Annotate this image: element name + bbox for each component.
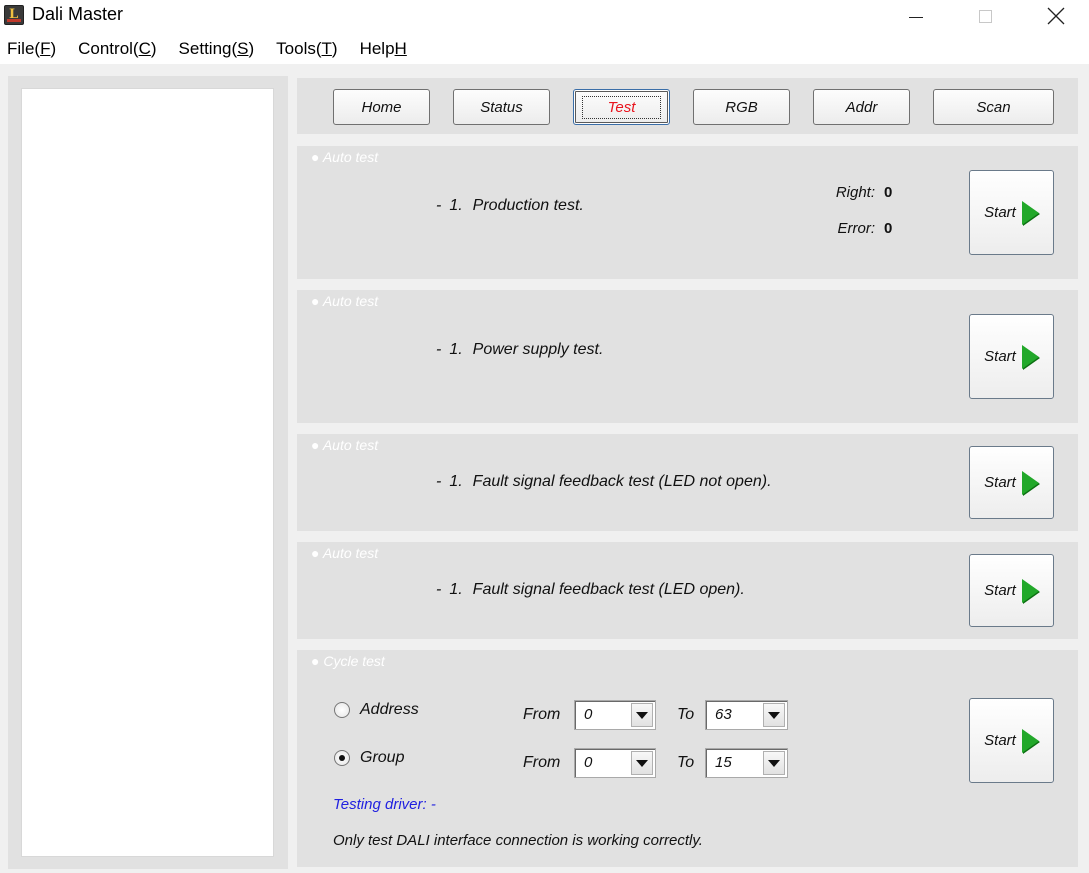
title-bar: L Dali Master [0,0,1089,32]
group-radio-label: Group [360,749,405,766]
play-icon [1021,200,1039,225]
section-title: ● Cycle test [311,653,385,669]
fault-not-open-start-button[interactable]: Start [969,446,1054,519]
test-description: -1. Fault signal feedback test (LED not o… [436,473,772,490]
section-title: ● Auto test [311,149,379,165]
cycle-test-note: Only test DALI interface connection is w… [333,832,703,849]
error-count-value: 0 [884,220,893,237]
section-title: ● Auto test [311,293,379,309]
play-icon [1021,728,1039,753]
section-title: ● Auto test [311,437,379,453]
menu-help[interactable]: HelpH [360,39,407,59]
tab-home[interactable]: Home [333,89,430,125]
address-to-label: To [677,706,695,723]
menu-tools[interactable]: Tools(T) [276,39,337,59]
fault-open-test-section: ● Auto test -1. Fault signal feedback tes… [297,542,1078,639]
group-to-label: To [677,754,695,771]
power-supply-test-section: ● Auto test -1. Power supply test. Start [297,290,1078,423]
menu-control[interactable]: Control(C) [78,39,156,59]
maximize-icon [978,9,992,23]
menu-bar: File(F) Control(C) Setting(S) Tools(T) H… [0,34,1089,64]
group-radio[interactable] [334,750,350,766]
play-icon [1021,470,1039,495]
production-start-button[interactable]: Start [969,170,1054,255]
right-count-label: Right: [835,184,875,201]
chevron-down-icon [768,711,780,719]
right-count-value: 0 [884,184,893,201]
address-to-select[interactable]: 63 [705,700,788,730]
group-to-select[interactable]: 15 [705,748,788,778]
production-test-section: ● Auto test -1. Production test. Right: 0… [297,146,1078,279]
window-title: Dali Master [32,4,124,24]
dropdown-button[interactable] [763,703,785,727]
fault-open-start-button[interactable]: Start [969,554,1054,627]
tab-addr[interactable]: Addr [813,89,910,125]
address-radio-label: Address [360,701,419,718]
test-description: -1. Fault signal feedback test (LED open)… [436,581,745,598]
close-icon [1047,7,1065,25]
maximize-button[interactable] [962,0,1008,32]
minimize-icon [909,16,923,18]
menu-file[interactable]: File(F) [7,39,56,59]
device-list-panel[interactable] [21,88,274,857]
chevron-down-icon [636,759,648,767]
play-icon [1021,578,1039,603]
dropdown-button[interactable] [631,703,653,727]
dropdown-button[interactable] [631,751,653,775]
address-from-select[interactable]: 0 [574,700,656,730]
group-from-label: From [523,754,561,771]
test-description: -1. Power supply test. [436,341,604,358]
minimize-button[interactable] [893,0,939,32]
dropdown-button[interactable] [763,751,785,775]
tab-rgb[interactable]: RGB [693,89,790,125]
play-icon [1021,344,1039,369]
chevron-down-icon [768,759,780,767]
testing-driver-status: Testing driver: - [333,796,436,813]
tab-toolbar: Home Status Test RGB Addr Scan [297,78,1078,134]
menu-setting[interactable]: Setting(S) [179,39,255,59]
fault-not-open-test-section: ● Auto test -1. Fault signal feedback tes… [297,434,1078,531]
cycle-start-button[interactable]: Start [969,698,1054,783]
group-from-select[interactable]: 0 [574,748,656,778]
close-button[interactable] [1033,0,1079,32]
power-start-button[interactable]: Start [969,314,1054,399]
tab-status[interactable]: Status [453,89,550,125]
error-count-label: Error: [837,220,876,237]
address-from-label: From [523,706,561,723]
test-description: -1. Production test. [436,197,584,214]
address-radio[interactable] [334,702,350,718]
tab-scan[interactable]: Scan [933,89,1054,125]
section-title: ● Auto test [311,545,379,561]
cycle-test-section: ● Cycle test Address Group From 0 To 63 … [297,650,1078,867]
tab-test[interactable]: Test [573,89,670,125]
chevron-down-icon [636,711,648,719]
app-icon: L [4,5,24,25]
